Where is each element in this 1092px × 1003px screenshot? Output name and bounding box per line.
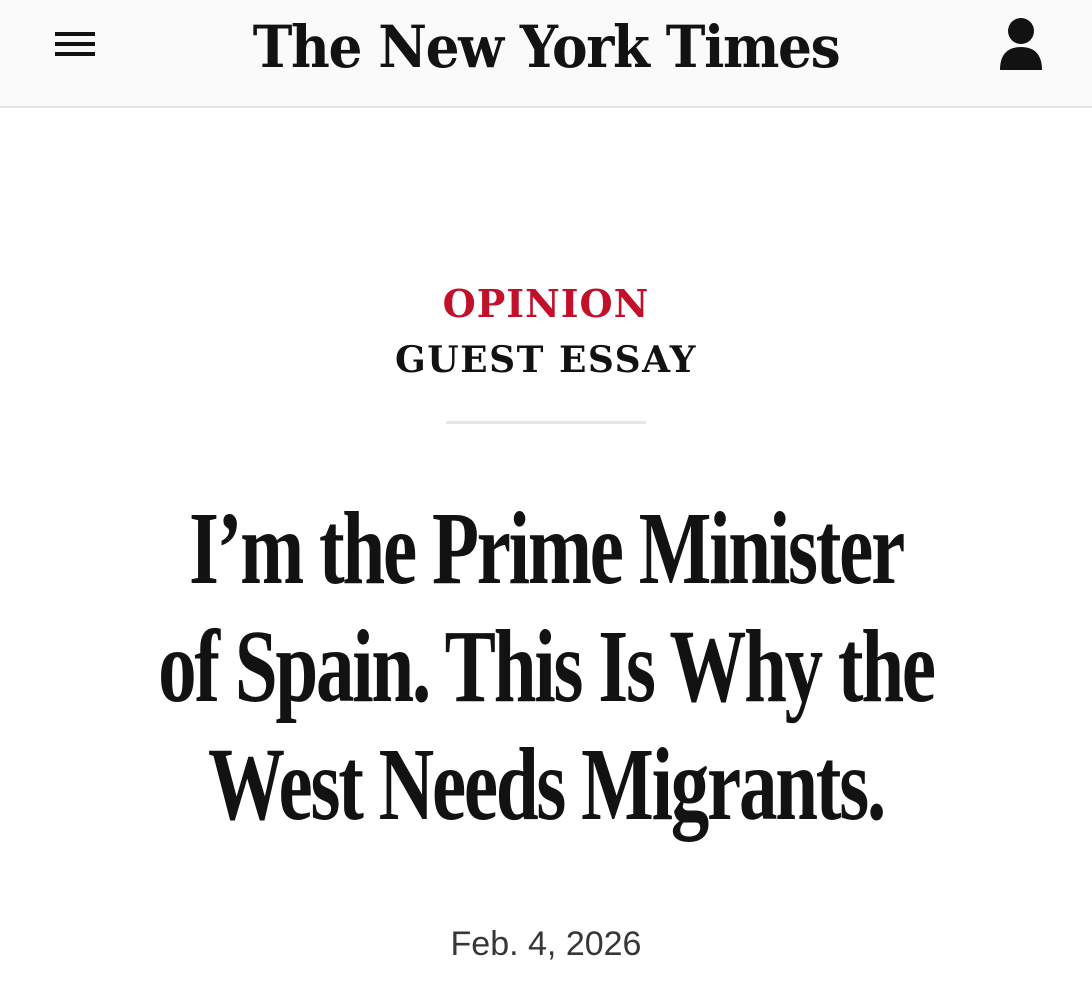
headline-line: of Spain. This Is Why the — [158, 609, 936, 724]
user-account-icon[interactable] — [996, 14, 1046, 74]
headline-line: I’m the Prime Minister — [188, 491, 905, 606]
top-bar: The New York Times — [0, 0, 1092, 108]
publish-date: Feb. 4, 2026 — [450, 925, 642, 963]
headline: I’m the Prime Minister of Spain. This Is… — [142, 490, 950, 844]
subsection-label: GUEST ESSAY — [395, 339, 697, 381]
nyt-logo[interactable]: The New York Times — [44, 12, 1049, 82]
headline-line: West Needs Migrants. — [208, 727, 886, 842]
divider — [446, 421, 646, 424]
section-label[interactable]: OPINION — [0, 282, 1092, 326]
